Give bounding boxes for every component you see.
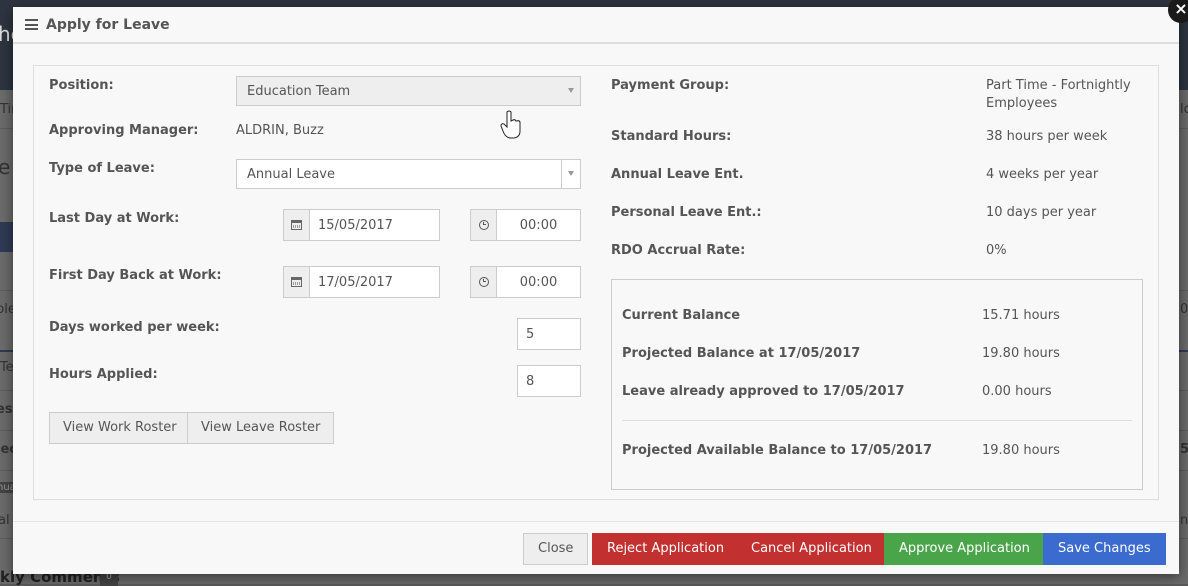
approve-application-button[interactable]: Approve Application — [884, 533, 1045, 565]
personal-leave-ent-label: Personal Leave Ent.: — [611, 205, 762, 220]
hamburger-menu-icon — [25, 19, 38, 30]
modal-footer: Close Reject Application Cancel Applicat… — [13, 521, 1179, 574]
save-changes-button[interactable]: Save Changes — [1043, 533, 1166, 565]
background-text: lo — [1180, 102, 1188, 117]
balance-summary-box: Current Balance 15.71 hours Projected Ba… — [611, 279, 1143, 490]
view-work-roster-button[interactable]: View Work Roster — [49, 412, 191, 444]
position-select-value: Education Team — [247, 84, 351, 99]
days-per-week-input[interactable]: 5 — [517, 318, 581, 350]
leave-type-label: Type of Leave: — [49, 161, 155, 176]
leave-approved-value: 0.00 hours — [982, 384, 1052, 399]
hours-applied-label: Hours Applied: — [49, 367, 158, 382]
payment-group-label: Payment Group: — [611, 78, 730, 93]
current-balance-label: Current Balance — [622, 308, 741, 323]
hours-applied-input[interactable]: 8 — [517, 365, 581, 397]
background-text: 5) — [1180, 442, 1188, 457]
rdo-accrual-value: 0% — [986, 243, 1007, 258]
first-back-time-value: 00:00 — [519, 275, 558, 290]
clock-icon — [478, 277, 489, 287]
reject-application-button[interactable]: Reject Application — [592, 533, 740, 565]
clock-button[interactable] — [471, 267, 497, 297]
last-day-label: Last Day at Work: — [49, 211, 180, 226]
last-day-time-field[interactable]: 00:00 — [470, 209, 581, 241]
projected-balance-value: 19.80 hours — [982, 346, 1060, 361]
standard-hours-value: 38 hours per week — [986, 129, 1108, 144]
calendar-icon — [291, 277, 302, 287]
rdo-accrual-label: RDO Accrual Rate: — [611, 243, 746, 258]
approving-manager-value: ALDRIN, Buzz — [236, 123, 324, 138]
last-day-date-field[interactable]: 15/05/2017 — [283, 209, 440, 241]
apply-leave-modal: Apply for Leave × Position: Education Te… — [13, 0, 1188, 574]
current-balance-value: 15.71 hours — [982, 308, 1060, 323]
available-balance-value: 19.80 hours — [982, 443, 1060, 458]
approving-manager-label: Approving Manager: — [49, 123, 199, 138]
projected-balance-label: Projected Balance at 17/05/2017 — [622, 346, 861, 361]
select-divider — [561, 160, 562, 188]
first-back-label: First Day Back at Work: — [49, 268, 222, 283]
background-text: 05 — [1180, 302, 1188, 317]
calendar-button[interactable] — [284, 267, 310, 297]
close-button[interactable]: Close — [523, 533, 589, 565]
calendar-icon — [291, 220, 302, 230]
clock-icon — [478, 220, 489, 230]
first-back-date-value: 17/05/2017 — [318, 275, 393, 290]
available-balance-label: Projected Available Balance to 17/05/201… — [622, 443, 933, 458]
first-back-time-field[interactable]: 00:00 — [470, 266, 581, 298]
last-day-date-value: 15/05/2017 — [318, 218, 393, 233]
leave-type-select-value: Annual Leave — [247, 167, 335, 182]
leave-form-panel: Position: Education Team Approving Manag… — [33, 65, 1159, 500]
position-label: Position: — [49, 78, 114, 93]
background-text: al — [0, 513, 10, 528]
days-per-week-label: Days worked per week: — [49, 320, 220, 335]
clock-button[interactable] — [471, 210, 497, 240]
leave-approved-label: Leave already approved to 17/05/2017 — [622, 384, 905, 399]
first-back-date-field[interactable]: 17/05/2017 — [283, 266, 440, 298]
view-leave-roster-button[interactable]: View Leave Roster — [187, 412, 335, 444]
payment-group-value-line2: Employees — [986, 96, 1058, 111]
hand-cursor-icon — [500, 110, 521, 139]
position-select[interactable]: Education Team — [236, 76, 581, 106]
chevron-down-icon — [568, 88, 574, 93]
standard-hours-label: Standard Hours: — [611, 129, 732, 144]
background-text: n — [1180, 513, 1188, 528]
modal-title: Apply for Leave — [46, 16, 170, 33]
annual-leave-ent-label: Annual Leave Ent. — [611, 167, 744, 182]
calendar-button[interactable] — [284, 210, 310, 240]
leave-type-select[interactable]: Annual Leave — [236, 159, 581, 189]
personal-leave-ent-value: 10 days per year — [986, 205, 1097, 220]
modal-header: Apply for Leave — [13, 7, 1179, 44]
background-text: Te — [0, 360, 14, 375]
payment-group-value-line1: Part Time - Fortnightly — [986, 78, 1131, 93]
chevron-down-icon — [568, 171, 574, 176]
balance-divider — [622, 420, 1132, 421]
last-day-time-value: 00:00 — [519, 218, 558, 233]
annual-leave-ent-value: 4 weeks per year — [986, 167, 1099, 182]
cancel-application-button[interactable]: Cancel Application — [736, 533, 887, 565]
background-text: e — [0, 155, 11, 179]
